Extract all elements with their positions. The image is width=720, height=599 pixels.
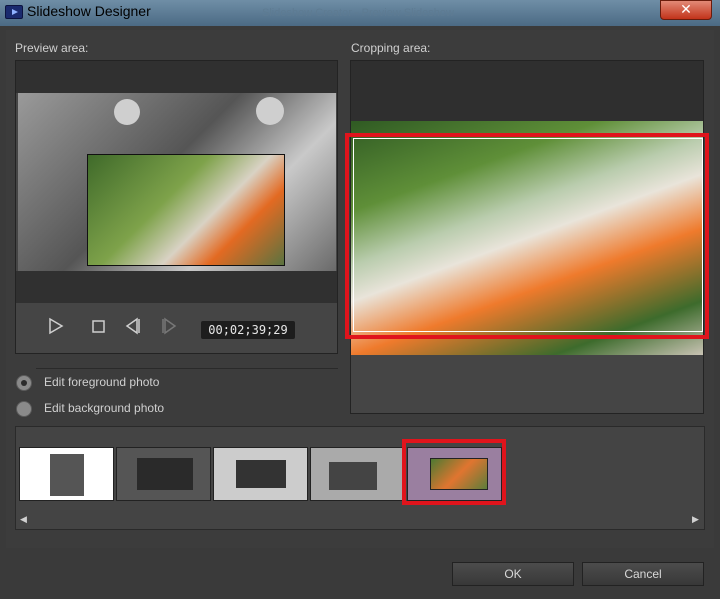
background-figure <box>114 99 140 125</box>
selected-template-highlight <box>402 439 506 505</box>
edit-background-label: Edit background photo <box>44 401 165 415</box>
thumbnail-photo <box>137 458 193 490</box>
previous-frame-icon[interactable] <box>124 317 142 339</box>
radio-button-selected[interactable] <box>16 375 32 391</box>
slideshow-designer-window: Slideshow Designer Slideshow Creator - P… <box>0 0 720 599</box>
title-bar: Slideshow Designer Slideshow Creator - P… <box>0 0 720 26</box>
background-window-title: Slideshow Creator - Preview Slideshow <box>262 7 454 19</box>
edit-background-option[interactable]: Edit background photo <box>16 400 336 418</box>
crop-highlight <box>345 133 709 339</box>
template-thumbnail-4[interactable] <box>310 447 405 501</box>
scroll-left-arrow[interactable]: ◀ <box>20 515 27 525</box>
background-figure <box>256 97 284 125</box>
stop-icon[interactable] <box>92 319 106 338</box>
play-icon[interactable] <box>48 317 64 339</box>
ok-button[interactable]: OK <box>452 562 574 586</box>
crop-photo <box>345 121 709 355</box>
playback-controls: 00;02;39;29 <box>16 305 337 353</box>
radio-button[interactable] <box>16 401 32 417</box>
preview-letterbox-top <box>16 61 337 93</box>
preview-letterbox-bottom <box>16 271 337 303</box>
template-thumbnail-1[interactable] <box>19 447 114 501</box>
next-frame-icon[interactable] <box>160 317 178 339</box>
edit-foreground-label: Edit foreground photo <box>44 375 160 389</box>
timecode-display: 00;02;39;29 <box>201 321 295 339</box>
preview-area-label: Preview area: <box>15 41 89 55</box>
window-title: Slideshow Designer <box>27 3 151 19</box>
cropping-area <box>345 60 709 414</box>
app-icon <box>5 5 23 19</box>
preview-area: 00;02;39;29 <box>15 60 338 354</box>
scroll-right-arrow[interactable]: ▶ <box>692 515 699 525</box>
cancel-button[interactable]: Cancel <box>582 562 704 586</box>
thumbnail-photo <box>50 454 84 496</box>
crop-letterbox-bottom <box>351 355 703 413</box>
crop-letterbox-top <box>351 61 703 121</box>
thumbnail-photo <box>329 462 377 490</box>
preview-foreground-photo <box>87 154 285 266</box>
template-thumbnail-3[interactable] <box>213 447 308 501</box>
template-thumbnail-2[interactable] <box>116 447 211 501</box>
thumbnail-photo <box>236 460 286 488</box>
template-strip: ◀ ▶ <box>15 426 705 530</box>
close-button[interactable]: ✕ <box>660 0 712 20</box>
edit-foreground-option[interactable]: Edit foreground photo <box>16 374 336 392</box>
divider <box>36 368 338 369</box>
cropping-area-label: Cropping area: <box>351 41 431 55</box>
